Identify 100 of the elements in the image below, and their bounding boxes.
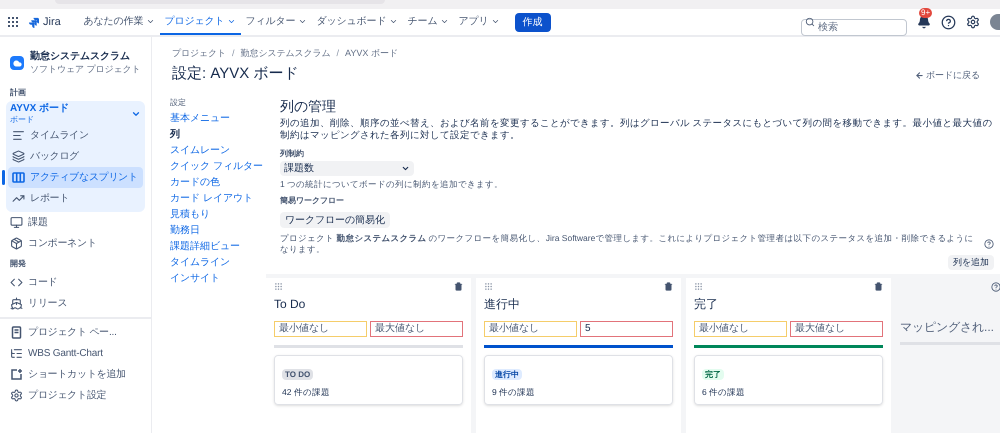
sidebar-item[interactable]: レポート xyxy=(8,188,143,209)
project-type: ソフトウェア プロジェクト xyxy=(30,63,141,75)
nav-menu-tab[interactable]: プロジェクト xyxy=(160,9,241,35)
status-lozenge: 完了 xyxy=(702,368,724,380)
settings-icon xyxy=(10,389,23,402)
settings-nav-link[interactable]: カード レイアウト xyxy=(170,191,253,207)
settings-nav-link[interactable]: カードの色 xyxy=(170,175,220,191)
create-button[interactable]: 作成 xyxy=(514,12,551,32)
avatar[interactable] xyxy=(990,14,1000,30)
nav-menu-tab[interactable]: フィルター xyxy=(240,9,312,35)
help-icon[interactable] xyxy=(941,14,956,30)
delete-icon[interactable] xyxy=(664,282,673,291)
settings-nav-link[interactable]: スイムレーン xyxy=(170,143,230,159)
notification-badge: 9+ xyxy=(919,8,932,18)
notifications-icon[interactable] xyxy=(917,15,931,29)
sidebar-item[interactable]: アクティブなスプリント xyxy=(8,167,143,188)
column-name[interactable]: 進行中 xyxy=(484,294,673,313)
settings-nav-link[interactable]: 基本メニュー xyxy=(170,111,230,127)
nav-menu-tab[interactable]: ダッシュボード xyxy=(312,9,403,35)
chevron-icon xyxy=(401,164,410,173)
sidebar-item[interactable]: プロジェクト ペー... xyxy=(6,322,145,343)
nav-menu-tab[interactable]: あなたの作業 xyxy=(78,9,160,35)
sidebar-item[interactable]: WBS Gantt-Chart xyxy=(6,343,145,364)
settings-icon[interactable] xyxy=(966,15,980,29)
board-type: ボード xyxy=(10,114,35,125)
simplify-workflow-button[interactable]: ワークフローの簡易化 xyxy=(280,212,390,228)
status-lozenge: 進行中 xyxy=(492,368,522,380)
issue-count: 42 件の課題 xyxy=(282,386,331,398)
add-column-button[interactable]: 列を追加 xyxy=(948,254,994,270)
section-heading: 開発 xyxy=(9,258,27,270)
column-name[interactable]: 完了 xyxy=(694,294,883,313)
settings-nav-link[interactable]: クイック フィルター xyxy=(170,159,263,175)
help-icon[interactable] xyxy=(991,282,1000,292)
delete-icon[interactable] xyxy=(874,282,883,291)
breadcrumb-separator: / xyxy=(336,47,340,60)
drag-handle-icon[interactable] xyxy=(274,282,283,291)
nav-menu-tab[interactable]: チーム xyxy=(402,9,454,35)
timeline-icon xyxy=(12,129,25,142)
page-title: 設定: AYVX ボード xyxy=(172,64,300,84)
drag-handle-icon[interactable] xyxy=(484,282,493,291)
layers-icon xyxy=(12,150,25,163)
status-lozenge: TO DO xyxy=(282,368,314,380)
sidebar-item[interactable]: コンポーネント xyxy=(6,233,145,254)
board-name: AYVX ボード xyxy=(10,103,70,114)
sidebar-item[interactable]: バックログ xyxy=(8,146,143,167)
section-heading: 計画 xyxy=(9,87,27,99)
back-to-board-link[interactable]: ボードに戻る xyxy=(915,69,980,82)
nav-menu-tab[interactable]: アプリ xyxy=(454,9,505,35)
code-icon xyxy=(10,276,23,289)
tree-icon xyxy=(10,347,23,360)
breadcrumb-link[interactable]: プロジェクト xyxy=(172,47,226,60)
settings-nav-link[interactable]: 列 xyxy=(170,127,180,143)
settings-nav-link[interactable]: 見積もり xyxy=(170,207,210,223)
arrow-left-icon xyxy=(915,71,924,80)
monitor-icon xyxy=(10,216,23,229)
delete-icon[interactable] xyxy=(454,282,463,291)
workflow-note: プロジェクト 勤怠システムスクラム のワークフローを簡易化し、Jira Softwareで管理します。これによりプロジェクト管理者は以下のステータスを追加・削除できるようになります。 xyxy=(280,232,974,255)
field-label: 列制約 xyxy=(280,148,305,160)
field-label: 簡易ワークフロー xyxy=(280,194,345,207)
sidebar-item[interactable]: タイムライン xyxy=(8,125,143,146)
project-name: 勤怠システムスクラム xyxy=(30,51,131,63)
package-icon xyxy=(10,237,23,250)
sidebar-item[interactable]: リリース xyxy=(6,293,145,314)
settings-nav-link[interactable]: インサイト xyxy=(170,271,220,287)
min-limit-field[interactable]: 最小値なし xyxy=(274,320,367,337)
search-icon xyxy=(805,17,815,27)
drag-handle-icon[interactable] xyxy=(694,282,703,291)
app-grid-icon[interactable] xyxy=(8,17,18,27)
settings-nav-link[interactable]: 課題詳細ビュー xyxy=(170,239,240,255)
section-description: 列の追加、削除、順序の並べ替え、および名前を変更することができます。列はグローバル ステータスにもとづいて列の間を移動できます。最小値と最大値の制約はマッピングされた各列に対して設定できます。 xyxy=(280,118,994,142)
field-hint: 1 つの統計についてボードの列に制約を追加できます。 xyxy=(280,178,504,191)
breadcrumb-link[interactable]: AYVX ボード xyxy=(345,47,398,60)
section-title: 列の管理 xyxy=(280,97,337,115)
product-name: Jira xyxy=(43,14,61,30)
sidebar-item[interactable]: プロジェクト設定 xyxy=(6,385,145,406)
max-limit-field[interactable]: 最大値なし xyxy=(370,320,463,337)
jira-logo-icon[interactable] xyxy=(28,16,39,28)
min-limit-field[interactable]: 最小値なし xyxy=(484,320,577,337)
cloud-icon xyxy=(12,58,22,68)
sidebar-item[interactable]: コード xyxy=(6,272,145,293)
max-limit-field[interactable]: 最大値なし xyxy=(790,320,883,337)
columns-icon xyxy=(12,171,25,184)
settings-nav-heading: 設定 xyxy=(170,97,187,109)
sidebar-item[interactable]: 課題 xyxy=(6,212,145,233)
settings-nav-link[interactable]: タイムライン xyxy=(170,255,230,271)
column-name[interactable]: To Do xyxy=(274,294,463,313)
ship-icon xyxy=(10,297,23,310)
board-selector[interactable]: AYVX ボード ボード xyxy=(8,101,143,125)
settings-nav-link[interactable]: 勤務日 xyxy=(170,223,200,239)
selection-indicator xyxy=(2,170,5,185)
max-limit-field[interactable]: 5 xyxy=(580,320,673,337)
breadcrumb-link[interactable]: 勤怠システムスクラム xyxy=(240,47,331,60)
constraint-select[interactable]: 課題数 xyxy=(280,161,414,176)
help-icon[interactable] xyxy=(984,238,994,249)
search-field[interactable]: 検索 xyxy=(801,18,907,36)
breadcrumb-separator: / xyxy=(232,47,235,60)
min-limit-field[interactable]: 最小値なし xyxy=(694,320,787,337)
sidebar-item[interactable]: ショートカットを追加 xyxy=(6,364,145,385)
issue-count: 9 件の課題 xyxy=(492,386,536,398)
issue-count: 6 件の課題 xyxy=(702,386,746,398)
